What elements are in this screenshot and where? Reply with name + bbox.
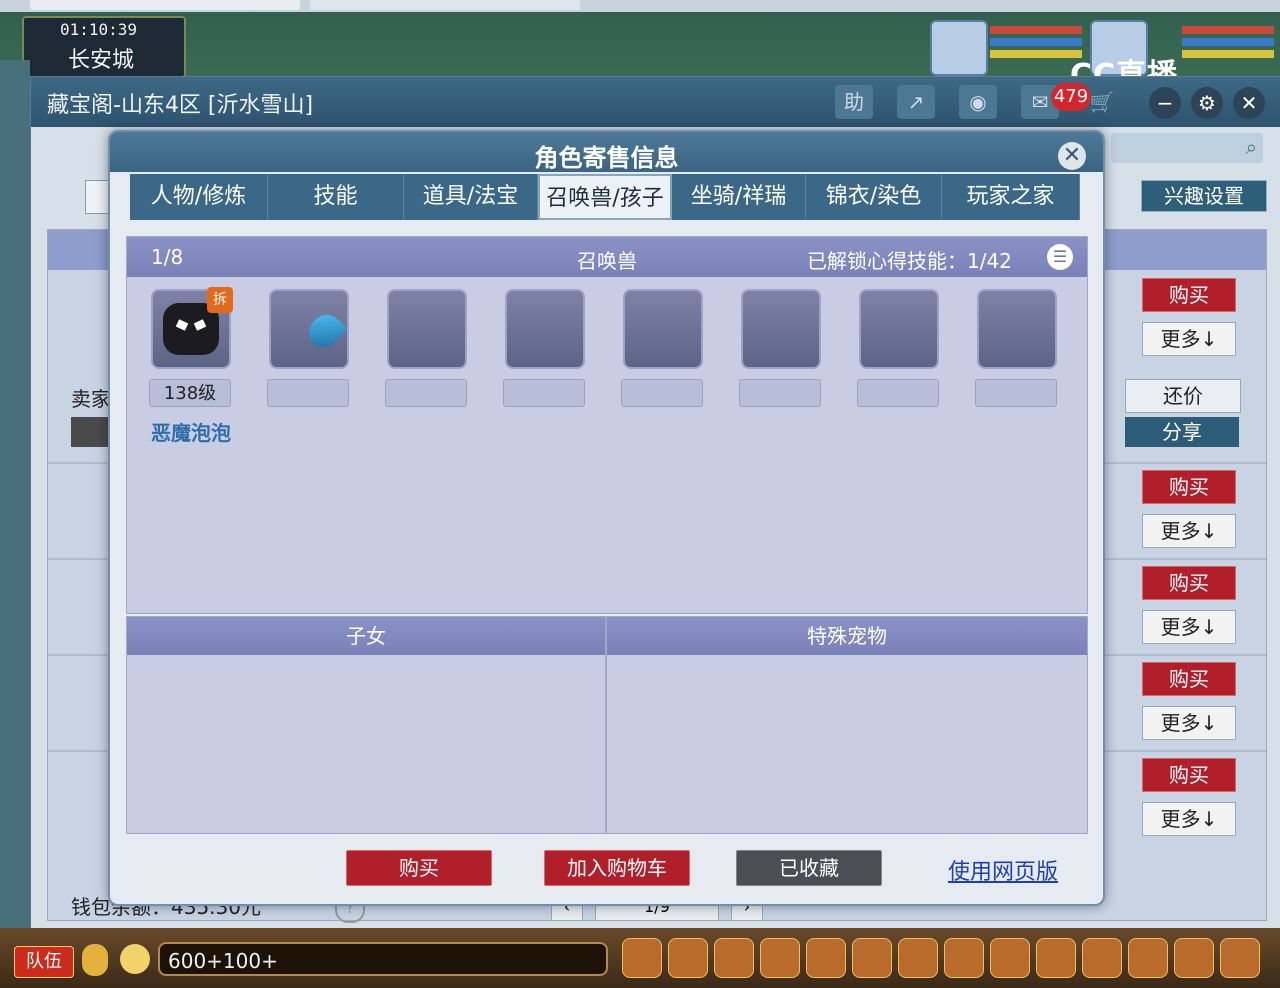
chat-bubble-icon[interactable] — [120, 944, 150, 974]
help-button[interactable]: 助 — [835, 85, 873, 119]
pet-slot-4[interactable] — [505, 289, 585, 369]
tab-pets[interactable]: 召唤兽/孩子 — [538, 174, 672, 220]
pet-level-empty — [385, 379, 467, 407]
row-more-button[interactable]: 更多↓ — [1142, 802, 1236, 836]
counter-offer-button[interactable]: 还价 — [1125, 379, 1241, 413]
tab-items[interactable]: 道具/法宝 — [404, 174, 538, 220]
marketplace-title: 藏宝阁-山东4区 [沂水雪山] — [47, 93, 314, 118]
favorited-button[interactable]: 已收藏 — [736, 850, 882, 886]
microphone-icon[interactable] — [82, 944, 108, 976]
game-clock-panel: 01:10:39 长安城 — [22, 16, 186, 78]
game-action-tray — [612, 932, 1280, 982]
dialog-tabs: 人物/修炼 技能 道具/法宝 召唤兽/孩子 坐骑/祥瑞 锦衣/染色 玩家之家 — [130, 174, 1080, 220]
current-city: 长安城 — [68, 48, 135, 73]
browser-tab[interactable] — [30, 0, 300, 10]
gear-icon[interactable]: ⚙ — [1191, 87, 1223, 119]
pet-level-empty — [267, 379, 349, 407]
pet-status-bars — [990, 26, 1082, 66]
pet-avatar[interactable] — [930, 20, 988, 76]
pet-slot-3[interactable] — [387, 289, 467, 369]
left-chat-strip — [0, 60, 30, 930]
tab-outfits[interactable]: 锦衣/染色 — [806, 174, 942, 220]
pet-level-empty — [857, 379, 939, 407]
row-buy-button[interactable]: 购买 — [1142, 566, 1236, 600]
special-pets-header: 特殊宠物 — [607, 617, 1087, 655]
sword-icon[interactable] — [668, 938, 708, 978]
pet-slot-1[interactable]: 拆 — [151, 287, 233, 369]
pet-level-empty — [975, 379, 1057, 407]
pet-slot-5[interactable] — [623, 289, 703, 369]
book-icon[interactable] — [898, 938, 938, 978]
dialog-header: 角色寄售信息 ✕ — [110, 132, 1103, 172]
minimize-icon[interactable]: − — [1149, 87, 1181, 119]
help-label: 助 — [844, 90, 864, 114]
game-clock: 01:10:39 — [60, 20, 138, 39]
close-icon[interactable]: ✕ — [1233, 87, 1265, 119]
web-version-link[interactable]: 使用网页版 — [948, 854, 1058, 886]
pet-name[interactable]: 恶魔泡泡 — [151, 417, 231, 446]
unlocked-skills-count: 已解锁心得技能：1/42 — [807, 249, 1012, 273]
add-to-cart-button[interactable]: 加入购物车 — [544, 850, 690, 886]
row-more-button[interactable]: 更多↓ — [1142, 706, 1236, 740]
pets-panel: 1/8 召唤兽 已解锁心得技能：1/42 ☰ 拆 138级 恶魔泡泡 — [126, 236, 1088, 614]
tab-mounts[interactable]: 坐骑/祥瑞 — [672, 174, 806, 220]
lantern-icon[interactable] — [1036, 938, 1076, 978]
marketplace-header: 藏宝阁-山东4区 [沂水雪山] 助 ↗ ◉ ✉ 479 🛒 − ⚙ ✕ — [31, 77, 1280, 127]
player-status-bars — [1182, 26, 1274, 66]
tab-character[interactable]: 人物/修炼 — [130, 174, 268, 220]
interest-settings-button[interactable]: 兴趣设置 — [1141, 180, 1267, 212]
children-header: 子女 — [127, 617, 605, 655]
chat-input[interactable]: 600+100+ — [158, 942, 608, 976]
pets-panel-header: 1/8 召唤兽 已解锁心得技能：1/42 ☰ — [127, 237, 1087, 277]
pet-level: 138级 — [149, 379, 231, 407]
pet-badge: 拆 — [207, 287, 233, 313]
row-buy-button[interactable]: 购买 — [1142, 758, 1236, 792]
seller-label: 卖家 — [71, 387, 111, 411]
tab-skills[interactable]: 技能 — [268, 174, 404, 220]
pet-slot-6[interactable] — [741, 289, 821, 369]
role-consignment-dialog: 角色寄售信息 ✕ 人物/修炼 技能 道具/法宝 召唤兽/孩子 坐骑/祥瑞 锦衣/… — [108, 130, 1105, 906]
share-button[interactable]: 分享 — [1125, 417, 1239, 447]
chest-icon[interactable] — [714, 938, 754, 978]
map-icon[interactable] — [760, 938, 800, 978]
special-pets-panel: 特殊宠物 — [606, 616, 1088, 834]
pet-level-empty — [621, 379, 703, 407]
flower-icon[interactable] — [852, 938, 892, 978]
dialog-title: 角色寄售信息 — [534, 144, 679, 172]
children-panel: 子女 — [126, 616, 606, 834]
share-arrow-icon[interactable]: ↗ — [897, 85, 935, 119]
bell-icon[interactable] — [990, 938, 1030, 978]
row-more-button[interactable]: 更多↓ — [1142, 514, 1236, 548]
seller-bar — [71, 417, 109, 447]
dialog-close-icon[interactable]: ✕ — [1058, 142, 1086, 170]
pet-level-empty — [503, 379, 585, 407]
search-icon[interactable]: ⌕ — [1246, 135, 1257, 159]
shield-icon[interactable] — [806, 938, 846, 978]
browser-tab[interactable] — [310, 0, 580, 10]
row-buy-button[interactable]: 购买 — [1142, 470, 1236, 504]
row-more-button[interactable]: 更多↓ — [1142, 322, 1236, 356]
pet-level-empty — [739, 379, 821, 407]
search-input[interactable]: ⌕ — [1111, 133, 1263, 163]
pet-slot-8[interactable] — [977, 289, 1057, 369]
scroll-icon[interactable] — [944, 938, 984, 978]
record-icon[interactable]: ◉ — [959, 85, 997, 119]
list-icon[interactable]: ☰ — [1047, 244, 1073, 270]
row-buy-button[interactable]: 购买 — [1142, 278, 1236, 312]
cart-icon[interactable]: 🛒 — [1083, 85, 1121, 119]
buy-button[interactable]: 购买 — [346, 850, 492, 886]
pet-slot-7[interactable] — [859, 289, 939, 369]
smile-icon[interactable] — [1174, 938, 1214, 978]
pet-face-icon[interactable] — [622, 938, 662, 978]
row-buy-button[interactable]: 购买 — [1142, 662, 1236, 696]
team-button[interactable]: 队伍 — [14, 946, 74, 978]
row-more-button[interactable]: 更多↓ — [1142, 610, 1236, 644]
peach-icon[interactable] — [1082, 938, 1122, 978]
handshake-icon[interactable] — [1128, 938, 1168, 978]
tab-player-home[interactable]: 玩家之家 — [942, 174, 1080, 220]
clock-icon[interactable] — [1220, 938, 1260, 978]
